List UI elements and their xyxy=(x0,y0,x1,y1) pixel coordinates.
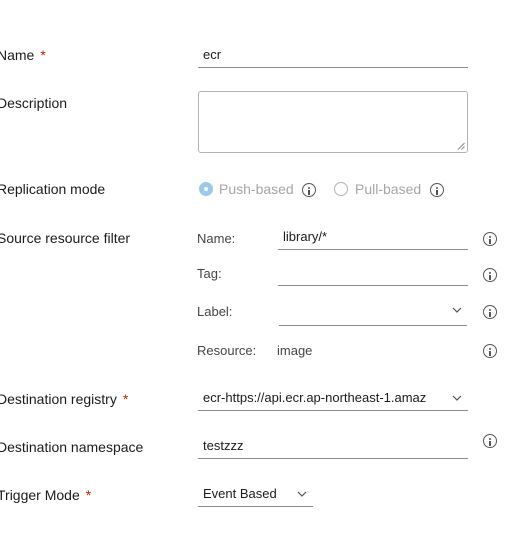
push-based-radio[interactable] xyxy=(199,182,213,196)
resize-grip-icon[interactable] xyxy=(457,142,465,150)
pull-based-info-icon[interactable] xyxy=(430,183,444,197)
filter-name-info-icon[interactable] xyxy=(483,232,497,246)
push-based-label: Push-based xyxy=(219,181,294,197)
filter-resource-info-icon[interactable] xyxy=(483,344,497,358)
destination-registry-label: Destination registry * xyxy=(0,391,129,407)
chevron-down-icon xyxy=(297,491,307,497)
destination-namespace-info-icon[interactable] xyxy=(483,434,497,448)
filter-label-info-icon[interactable] xyxy=(483,305,497,319)
trigger-mode-label: Trigger Mode * xyxy=(0,487,92,503)
replication-mode-label: Replication mode xyxy=(0,181,106,197)
trigger-mode-select[interactable]: Event Based xyxy=(198,483,313,507)
filter-tag-input[interactable] xyxy=(278,262,468,286)
filter-resource-value: image xyxy=(277,343,313,358)
filter-label-label: Label: xyxy=(197,304,233,319)
chevron-down-icon xyxy=(452,395,462,401)
filter-label-select[interactable] xyxy=(279,302,467,326)
filter-tag-info-icon[interactable] xyxy=(483,268,497,282)
source-resource-filter-label: Source resource filter xyxy=(0,230,131,246)
description-textarea[interactable] xyxy=(198,91,468,153)
required-marker: * xyxy=(122,391,129,407)
name-input[interactable]: ecr xyxy=(198,44,468,68)
filter-resource-label: Resource: xyxy=(197,343,257,358)
pull-based-radio[interactable] xyxy=(334,182,348,196)
chevron-down-icon xyxy=(452,307,462,313)
push-based-info-icon[interactable] xyxy=(302,183,316,197)
name-label: Name * xyxy=(0,47,46,63)
filter-name-input[interactable]: library/* xyxy=(278,226,468,250)
filter-tag-label: Tag: xyxy=(197,266,222,281)
required-marker: * xyxy=(40,47,46,63)
destination-registry-select[interactable]: ecr-https://api.ecr.ap-northeast-1.amaz xyxy=(198,387,468,411)
required-marker: * xyxy=(85,487,92,503)
destination-namespace-input[interactable]: testzzz xyxy=(198,435,468,459)
description-label: Description xyxy=(0,95,68,111)
destination-namespace-label: Destination namespace xyxy=(0,439,144,455)
filter-name-label: Name: xyxy=(197,231,236,246)
pull-based-label: Pull-based xyxy=(355,181,422,197)
